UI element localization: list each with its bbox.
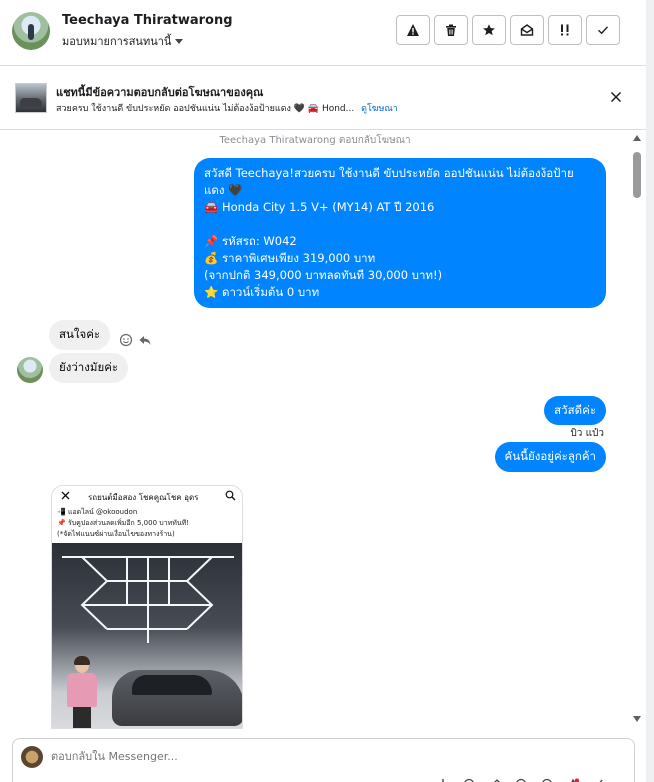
search-icon xyxy=(225,490,236,501)
star-icon xyxy=(483,24,495,36)
ad-text-preview: สวยครบ ใช้งานดี ขับประหยัด ออปชันแน่น ไม… xyxy=(56,104,355,114)
contact-avatar[interactable] xyxy=(12,12,50,50)
close-icon[interactable] xyxy=(608,89,624,105)
message-composer xyxy=(12,738,635,782)
delete-button[interactable] xyxy=(434,15,468,45)
image-text-line: 📲 แอดไลน์ @okooudon xyxy=(57,508,138,516)
ad-message-line: 🚘 Honda City 1.5 V+ (MY14) AT ปี 2016 xyxy=(204,200,435,214)
emoji-icon[interactable] xyxy=(515,775,527,782)
ad-message-line: ⭐ ดาวน์เริ่มต้น 0 บาท xyxy=(204,285,320,299)
warning-icon xyxy=(407,24,419,36)
chat-scrollbar[interactable] xyxy=(630,131,645,729)
report-spam-button[interactable] xyxy=(396,15,430,45)
scroll-up-arrow-icon[interactable] xyxy=(633,135,641,141)
ad-message-line: 💰 ราคาพิเศษเพียง 319,000 บาท xyxy=(204,251,376,265)
chevron-down-icon xyxy=(175,38,184,44)
incoming-message[interactable]: ยังว่างมัยค่ะ xyxy=(49,353,129,383)
scroll-down-arrow-icon[interactable] xyxy=(633,716,641,722)
star-button[interactable] xyxy=(472,15,506,45)
check-icon xyxy=(598,26,609,35)
mark-unread-button[interactable] xyxy=(510,15,544,45)
header-actions xyxy=(396,15,620,45)
mark-done-button[interactable] xyxy=(586,15,620,45)
window-edge xyxy=(646,0,654,782)
message-thread[interactable]: Teechaya Thiratwarong ตอบกลับโฆษณา สวัสด… xyxy=(0,131,630,729)
saved-reply-icon[interactable] xyxy=(463,775,475,782)
trash-icon xyxy=(446,24,456,36)
ad-banner-subtitle: สวยครบ ใช้งานดี ขับประหยัด ออปชันแน่น ไม… xyxy=(56,101,398,115)
conversation-header: Teechaya Thiratwarong มอบหมายการสนทนานี้ xyxy=(0,0,654,66)
assign-conversation-dropdown[interactable]: มอบหมายการสนทนานี้ xyxy=(62,32,184,50)
ad-message-line: สวัสดี Teechaya!สวยครบ ใช้งานดี ขับประหย… xyxy=(204,166,574,180)
contact-avatar-small[interactable] xyxy=(17,357,43,383)
ad-message-line: แดง 🖤 xyxy=(204,183,243,197)
incoming-message[interactable]: สนใจค่ะ xyxy=(49,320,111,350)
composer-toolbar xyxy=(437,775,605,782)
outgoing-message[interactable]: คันนี้ยังอยู่ค่ะลูกค้า xyxy=(494,442,606,472)
ad-message-line xyxy=(204,216,596,233)
car-showroom-photo xyxy=(52,543,242,728)
page-avatar xyxy=(21,746,43,768)
image-caption-area: รถยนต์มือสอง โชคคูณโชค อุดร 📲 แอดไลน์ @o… xyxy=(52,486,242,543)
ad-banner-title: แชทนี้มีข้อความตอบกลับต่อโฆษณาของคุณ xyxy=(56,86,264,99)
sender-name: บิว แป๋ว xyxy=(570,428,604,439)
view-ad-link[interactable]: ดูโฆษณา xyxy=(361,104,398,114)
assign-label: มอบหมายการสนทนานี้ xyxy=(62,35,172,48)
close-icon xyxy=(61,491,70,500)
outgoing-message[interactable]: สวัสดีค่ะ xyxy=(544,396,606,425)
reply-icon[interactable] xyxy=(138,333,152,347)
ad-message-line: 📌 รหัสรถ: W042 xyxy=(204,234,297,248)
priority-icon xyxy=(561,24,569,36)
mark-unread-icon xyxy=(520,24,534,36)
notification-icon[interactable] xyxy=(567,775,579,782)
image-text-line: (*จัดไฟแนนซ์ผ่านเงื่อนไขของทางร้าน) xyxy=(57,530,175,538)
salesperson-image xyxy=(65,656,99,728)
ad-reply-banner: แชทนี้มีข้อความตอบกลับต่อโฆษณาของคุณ สวย… xyxy=(0,67,654,130)
contact-name[interactable]: Teechaya Thiratwarong xyxy=(62,13,233,28)
ad-reply-notice: Teechaya Thiratwarong ตอบกลับโฆษณา xyxy=(219,135,411,146)
emoji-react-icon[interactable] xyxy=(119,333,133,347)
image-page-title: รถยนต์มือสอง โชคคูณโชค อุดร xyxy=(88,493,199,502)
car-window xyxy=(132,675,212,695)
priority-button[interactable] xyxy=(548,15,582,45)
shared-image-message[interactable]: รถยนต์มือสอง โชคคูณโชค อุดร 📲 แอดไลน์ @o… xyxy=(51,485,243,729)
add-attachment-icon[interactable] xyxy=(437,775,449,782)
image-text-line: 📌 รับคูปองส่วนลดเพิ่มอีก 5,000 บาททันที! xyxy=(57,519,190,527)
ad-message-line: (จากปกติ 349,000 บาทลดทันที 30,000 บาท!) xyxy=(204,268,443,282)
ad-auto-message[interactable]: สวัสดี Teechaya!สวยครบ ใช้งานดี ขับประหย… xyxy=(194,158,606,308)
tag-icon[interactable] xyxy=(489,775,501,782)
ceiling-lights-graphic xyxy=(62,556,234,643)
ad-thumbnail[interactable] xyxy=(15,83,47,113)
gif-icon[interactable] xyxy=(541,775,553,782)
reply-input[interactable] xyxy=(51,750,451,763)
send-icon[interactable] xyxy=(593,775,605,782)
scroll-thumb[interactable] xyxy=(633,152,641,198)
